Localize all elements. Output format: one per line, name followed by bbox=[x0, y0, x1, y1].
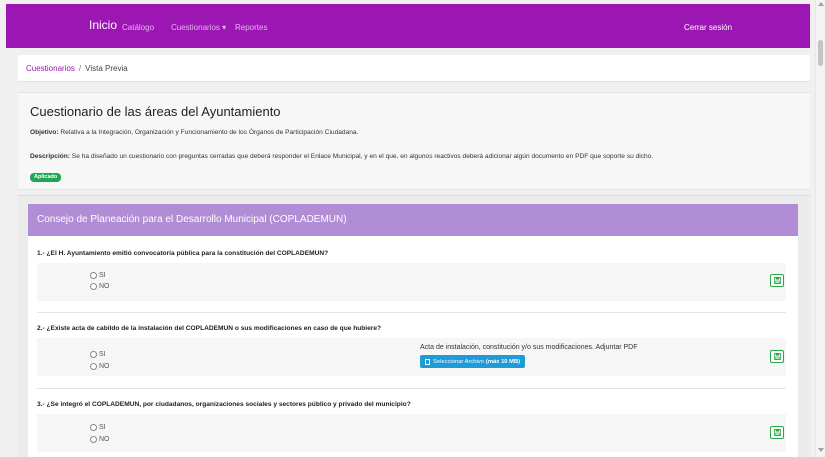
question-1-option-si[interactable]: SI bbox=[90, 272, 106, 279]
breadcrumb-cuestionarios-link[interactable]: Cuestionarios bbox=[26, 64, 75, 73]
radio-icon[interactable] bbox=[90, 272, 97, 279]
option-label: NO bbox=[99, 283, 110, 290]
objective-label: Objetivo: bbox=[30, 129, 59, 136]
question-1-save-button[interactable] bbox=[770, 274, 784, 287]
logout-link[interactable]: Cerrar sesión bbox=[684, 23, 732, 32]
question-2-save-button[interactable] bbox=[770, 350, 784, 363]
nav-cuestionarios-dropdown[interactable]: Cuestionarios ▾ bbox=[171, 23, 226, 32]
breadcrumb-separator: / bbox=[78, 64, 82, 73]
page-scrollbar[interactable] bbox=[815, 0, 825, 457]
description-text: Se ha diseñado un cuestionario con pregu… bbox=[71, 153, 654, 160]
section-title: Consejo de Planeación para el Desarrollo… bbox=[37, 214, 347, 225]
nav-catalogo-link[interactable]: Catálogo bbox=[122, 23, 154, 32]
description-line: Descripción: Se ha diseñado un cuestiona… bbox=[30, 153, 653, 160]
file-icon bbox=[425, 358, 430, 365]
option-label: SI bbox=[99, 351, 106, 358]
radio-icon[interactable] bbox=[90, 351, 97, 358]
question-divider bbox=[37, 388, 786, 389]
question-1-answer-box: SI NO bbox=[37, 263, 786, 301]
objective-text: Relativa a la Integración, Organización … bbox=[60, 129, 359, 136]
option-label: SI bbox=[99, 424, 106, 431]
breadcrumb-trail: Cuestionarios / Vista Previa bbox=[26, 64, 128, 73]
section-coplademun: Consejo de Planeación para el Desarrollo… bbox=[18, 195, 810, 457]
nav-reportes-link[interactable]: Reportes bbox=[235, 23, 267, 32]
question-3-answer-box: SI NO bbox=[37, 414, 786, 452]
floppy-disk-icon bbox=[773, 429, 781, 436]
floppy-disk-icon bbox=[773, 277, 781, 284]
question-3-option-si[interactable]: SI bbox=[90, 424, 106, 431]
top-navbar: Inicio Catálogo Cuestionarios ▾ Reportes… bbox=[6, 4, 810, 48]
floppy-disk-icon bbox=[773, 353, 781, 360]
radio-icon[interactable] bbox=[90, 424, 97, 431]
section-card: Consejo de Planeación para el Desarrollo… bbox=[28, 204, 798, 457]
chevron-down-icon: ▾ bbox=[222, 23, 227, 32]
objective-line: Objetivo: Relativa a la Integración, Org… bbox=[30, 129, 358, 136]
scroll-up-arrow-icon[interactable] bbox=[818, 2, 824, 6]
question-1-option-no[interactable]: NO bbox=[90, 283, 110, 290]
question-2-text: 2.- ¿Existe acta de cabildo de la instal… bbox=[37, 325, 382, 332]
question-3-option-no[interactable]: NO bbox=[90, 436, 110, 443]
option-label: SI bbox=[99, 272, 106, 279]
scrollbar-thumb[interactable] bbox=[818, 40, 823, 66]
select-file-button[interactable]: Seleccionar Archivo (máx 10 MB) bbox=[420, 355, 526, 368]
breadcrumb-current: Vista Previa bbox=[85, 64, 128, 73]
question-2-upload-label: Acta de instalación, constitución y/o su… bbox=[420, 344, 638, 351]
radio-icon[interactable] bbox=[90, 363, 97, 370]
description-label: Descripción: bbox=[30, 153, 70, 160]
section-header: Consejo de Planeación para el Desarrollo… bbox=[28, 204, 798, 236]
questionnaire-header: Cuestionario de las áreas del Ayuntamien… bbox=[18, 92, 810, 190]
nav-cuestionarios-label: Cuestionarios bbox=[171, 23, 220, 32]
question-2-answer-box: SI NO bbox=[37, 338, 786, 376]
scroll-down-arrow-icon[interactable] bbox=[818, 448, 824, 452]
nav-home-link[interactable]: Inicio bbox=[89, 18, 117, 32]
breadcrumb: Cuestionarios / Vista Previa bbox=[18, 55, 810, 82]
radio-icon[interactable] bbox=[90, 283, 97, 290]
file-size-limit: (máx 10 MB) bbox=[485, 358, 521, 365]
option-label: NO bbox=[99, 436, 110, 443]
option-label: NO bbox=[99, 363, 110, 370]
question-2-option-no[interactable]: NO bbox=[90, 363, 110, 370]
question-divider bbox=[37, 312, 786, 313]
status-badge: Aplicado bbox=[30, 173, 62, 182]
question-3-text: 3.- ¿Se integró el COPLADEMUN, por ciuda… bbox=[37, 401, 411, 408]
question-2-option-si[interactable]: SI bbox=[90, 351, 106, 358]
question-1-text: 1.- ¿El H. Ayuntamiento emitió convocato… bbox=[37, 250, 329, 257]
question-3-save-button[interactable] bbox=[770, 426, 784, 439]
radio-icon[interactable] bbox=[90, 436, 97, 443]
select-file-label: Seleccionar Archivo bbox=[433, 358, 484, 365]
page-title: Cuestionario de las áreas del Ayuntamien… bbox=[30, 104, 281, 119]
